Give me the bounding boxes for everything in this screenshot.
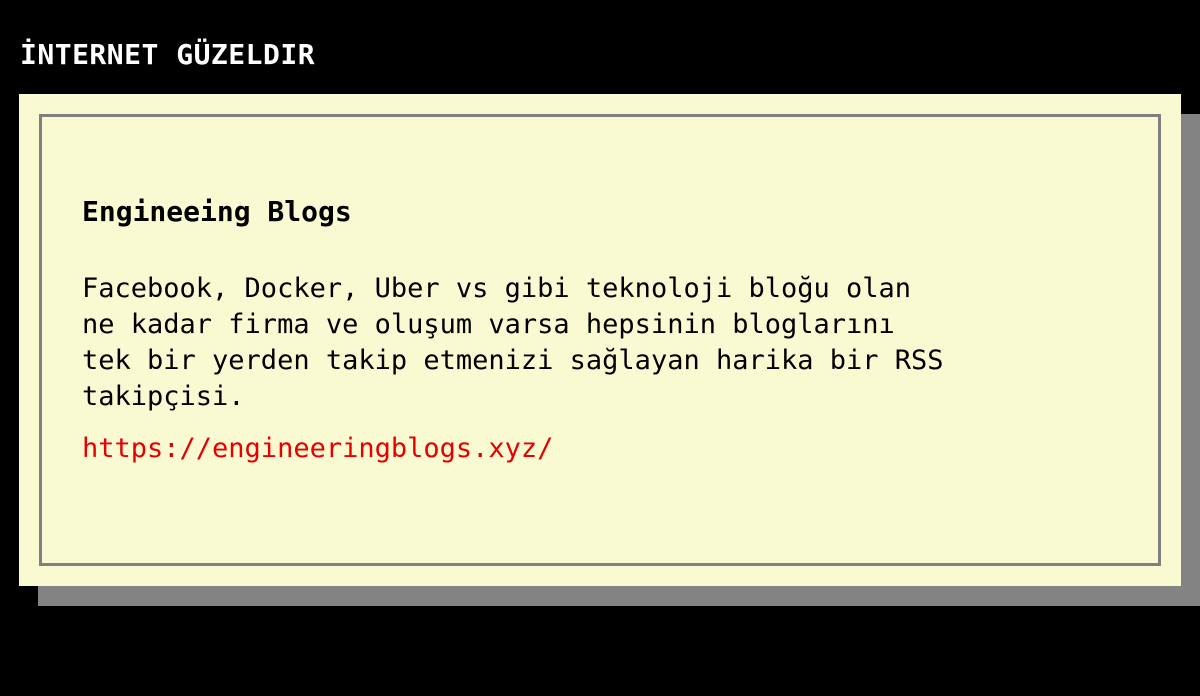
blog-card: Engineeing Blogs Facebook, Docker, Uber … <box>19 94 1181 586</box>
card-description: Facebook, Docker, Uber vs gibi teknoloji… <box>82 273 944 412</box>
site-title: İNTERNET GÜZELDIR <box>20 38 316 71</box>
card-inner-frame: Engineeing Blogs Facebook, Docker, Uber … <box>39 114 1161 566</box>
card-title: Engineeing Blogs <box>82 195 352 228</box>
card-link[interactable]: https://engineeringblogs.xyz/ <box>82 431 553 467</box>
